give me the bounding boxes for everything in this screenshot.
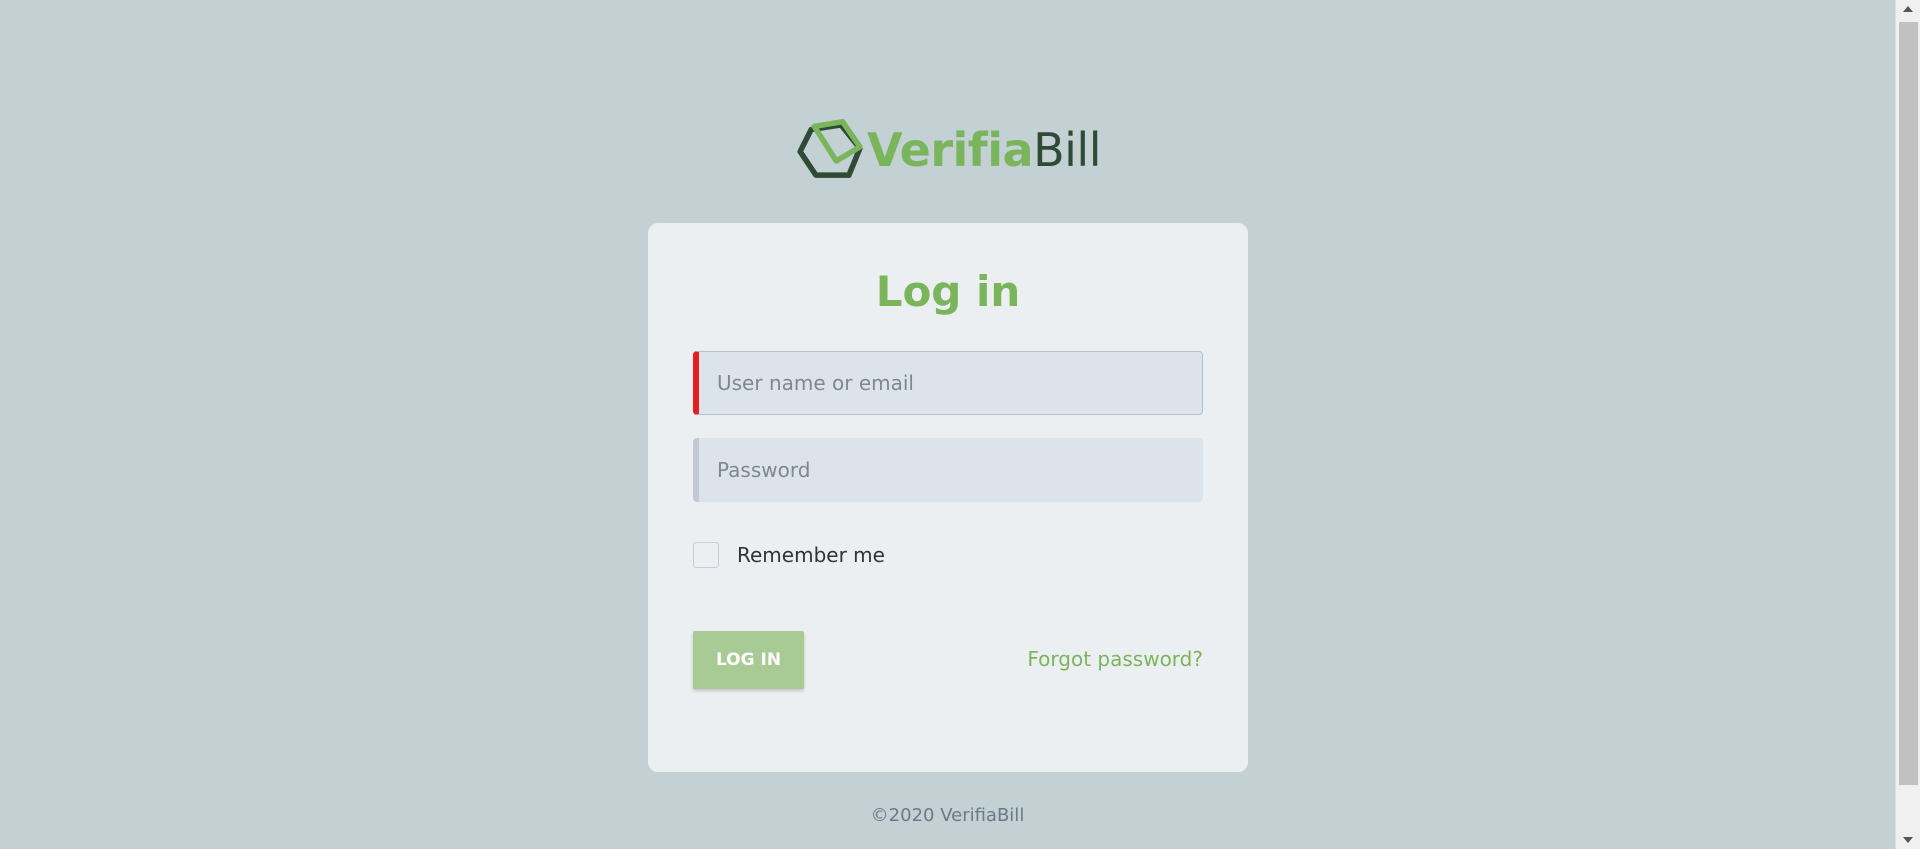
brand-logo: VerifiaBill	[797, 112, 1101, 188]
hexagon-logo-icon	[797, 118, 863, 178]
password-input[interactable]	[699, 438, 1203, 502]
footer-copyright: ©2020 VerifiaBill	[870, 805, 1025, 826]
username-field	[693, 351, 1203, 415]
username-input[interactable]	[699, 352, 1202, 414]
vertical-scrollbar[interactable]	[1895, 0, 1920, 849]
login-card: Log in Remember me LOG IN Forgot passwor…	[648, 223, 1248, 772]
brand-name: VerifiaBill	[867, 127, 1101, 173]
page-title: Log in	[875, 267, 1021, 316]
forgot-password-link[interactable]: Forgot password?	[1027, 647, 1203, 671]
login-button[interactable]: LOG IN	[693, 631, 804, 689]
password-field	[693, 438, 1203, 502]
login-page: VerifiaBill Log in Remember me LOG IN Fo…	[0, 0, 1920, 849]
scroll-up-arrow-icon[interactable]	[1903, 6, 1913, 12]
remember-me: Remember me	[693, 542, 885, 568]
scroll-thumb[interactable]	[1899, 22, 1918, 785]
brand-name-part1: Verifia	[867, 123, 1034, 177]
remember-me-label[interactable]: Remember me	[737, 543, 885, 567]
scroll-down-arrow-icon[interactable]	[1903, 837, 1913, 843]
remember-me-checkbox[interactable]	[693, 542, 719, 568]
brand-name-part2: Bill	[1033, 123, 1101, 177]
